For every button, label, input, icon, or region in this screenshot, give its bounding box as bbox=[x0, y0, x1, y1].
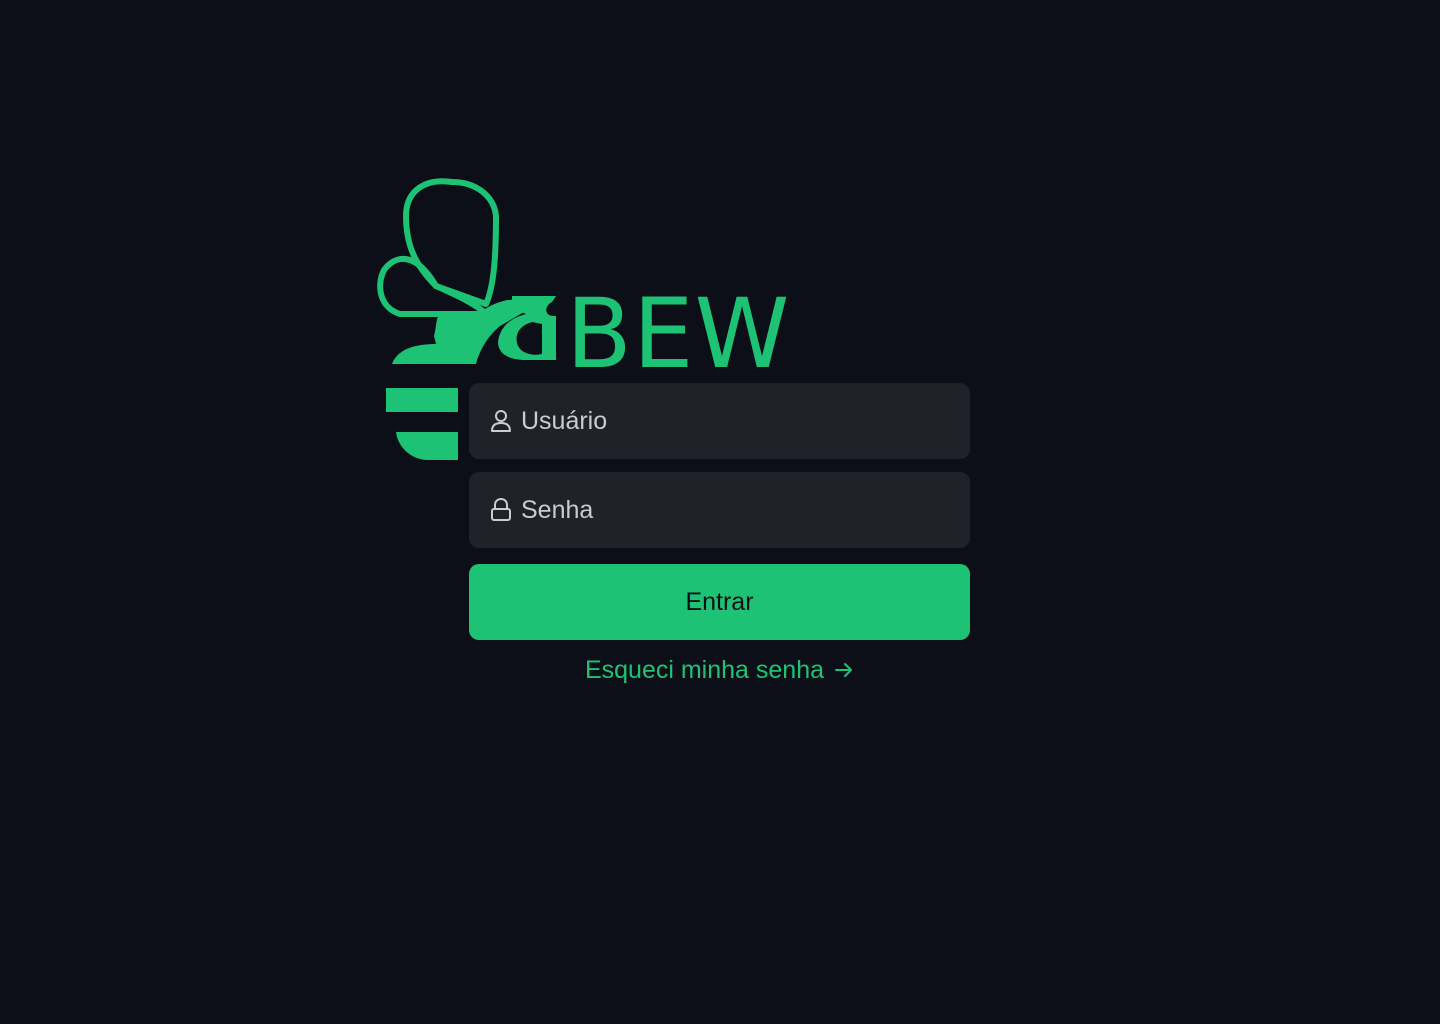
password-field[interactable]: Senha bbox=[469, 472, 970, 548]
brand-name: BEW bbox=[566, 278, 791, 390]
arrow-right-icon bbox=[834, 660, 854, 680]
lock-icon bbox=[489, 498, 513, 522]
forgot-password-link[interactable]: Esqueci minha senha bbox=[469, 652, 970, 688]
login-page: BEW Usuário Senha Entrar Esqueci minha s… bbox=[0, 0, 1440, 1024]
password-placeholder: Senha bbox=[521, 496, 594, 524]
username-placeholder: Usuário bbox=[521, 407, 608, 435]
login-button[interactable]: Entrar bbox=[469, 564, 970, 640]
user-icon bbox=[489, 409, 513, 433]
forgot-password-label: Esqueci minha senha bbox=[584, 655, 825, 684]
username-field[interactable]: Usuário bbox=[469, 383, 970, 459]
